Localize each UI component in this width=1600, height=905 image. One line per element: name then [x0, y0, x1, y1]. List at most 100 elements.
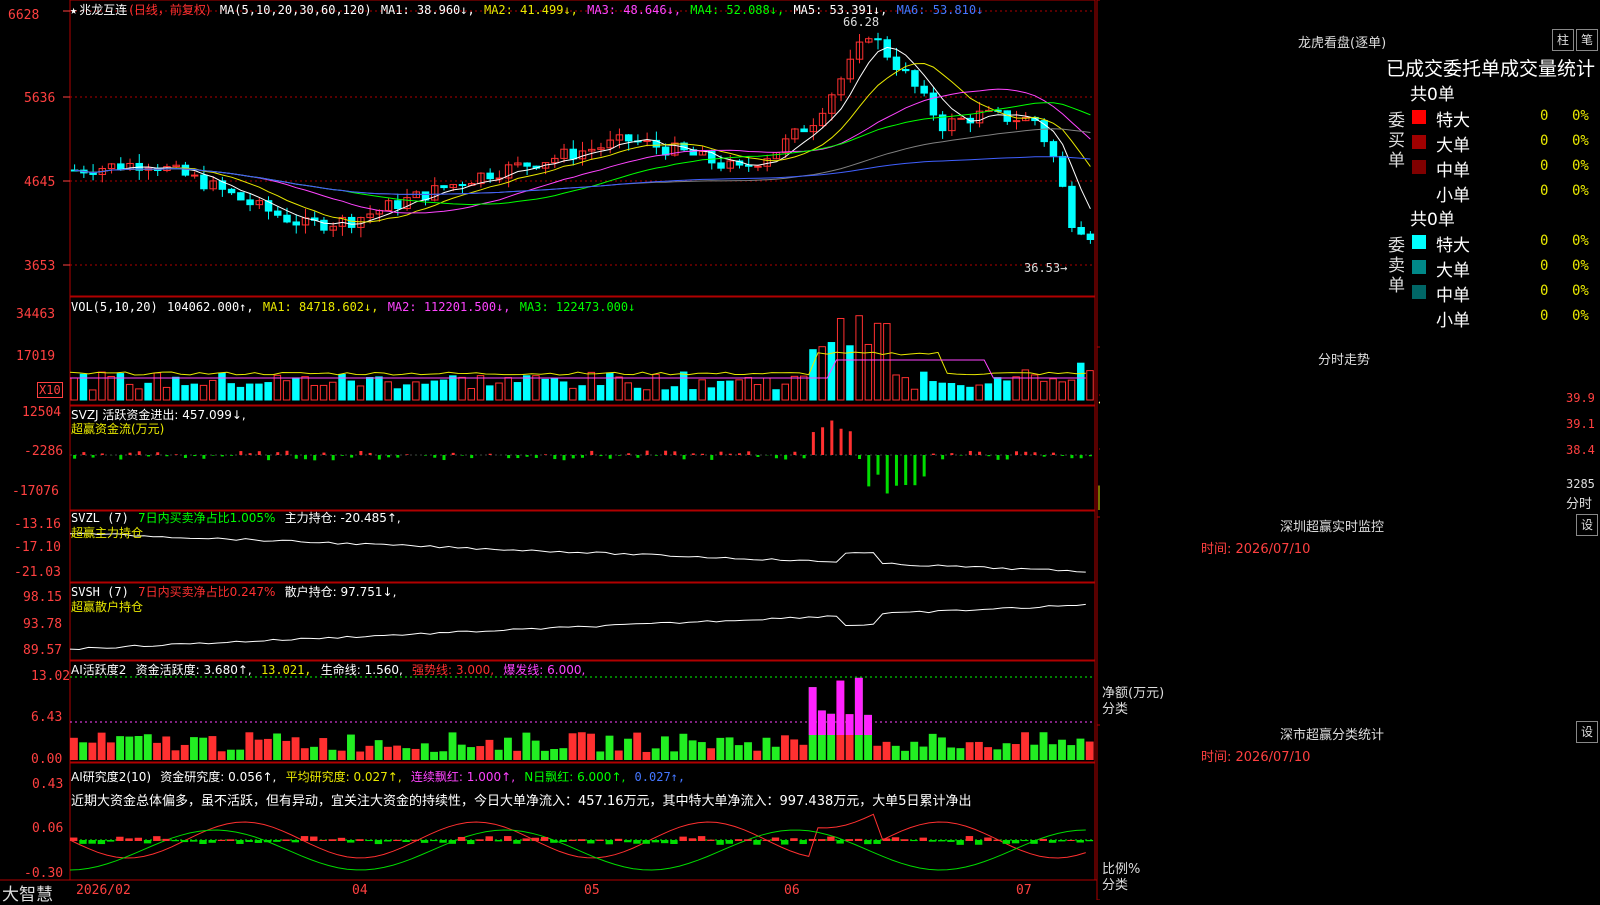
sell-row-count: 0 [1540, 258, 1549, 274]
ai-active-bar [254, 739, 263, 760]
ai-active-burst-bar [817, 710, 826, 735]
volume-bar [88, 389, 97, 401]
buy-color-swatch [1412, 110, 1426, 124]
buy-row-pct: 0% [1572, 158, 1589, 174]
sz-category-time: 时间: 2026/07/10 [1201, 750, 1311, 765]
volume-bar [615, 376, 623, 401]
research-bar [522, 838, 530, 841]
volume-bar [559, 381, 568, 401]
ai-active-bar [642, 751, 651, 760]
sz-category-title: 深市超赢分类统计 [1280, 728, 1385, 743]
research-bar [550, 840, 558, 843]
research-bar [974, 840, 983, 845]
sell-row-label: 中单 [1436, 286, 1470, 306]
right-panel-frame [1096, 516, 1100, 726]
tick-mode-button[interactable]: 笔 [1576, 29, 1598, 51]
research-bar [993, 839, 1001, 841]
chart-canvas[interactable]: 1329.92290.920-748.08-1787.08-1787.08散户1… [0, 0, 1100, 900]
ai-active-bar [781, 735, 789, 760]
candle-body [1068, 185, 1076, 228]
ai-active-bar [790, 739, 799, 760]
candle-body [117, 163, 125, 170]
research-bar [273, 840, 281, 842]
ai-active-bar [688, 740, 697, 760]
ai-active-bar [1067, 745, 1076, 760]
research-bar [817, 839, 826, 841]
vol-label: VOL(5,10,20) [71, 300, 158, 314]
bar-mode-button[interactable]: 柱 [1552, 29, 1574, 51]
svzl-line [69, 532, 1086, 573]
ai-research-cont: 连续飘红: 1.000↑, [410, 770, 516, 784]
price-tick: 6628 [8, 8, 40, 23]
research-bar [799, 840, 807, 845]
svzj-tick: 12504 [22, 405, 62, 420]
research-bar [226, 839, 235, 841]
research-bar [947, 840, 955, 842]
sell-side-label: 委卖单 [1388, 236, 1405, 296]
volume-bar [901, 377, 910, 401]
volume-bar [698, 379, 706, 401]
volume-bar [1058, 381, 1067, 401]
volume-bar [393, 388, 402, 401]
volume-bar [1021, 369, 1030, 401]
candle-body [237, 192, 245, 201]
ai-active-label: AI活跃度2 [71, 663, 127, 677]
ai-active-bar [70, 737, 78, 760]
volume-bar [624, 382, 633, 401]
research-bar [402, 840, 410, 843]
ai-active-bar [356, 751, 365, 760]
research-bar [919, 837, 927, 841]
sz-category-settings-button[interactable]: 设 [1576, 721, 1598, 743]
candle-body [754, 165, 762, 168]
research-bar [143, 840, 152, 844]
research-bar [494, 840, 503, 842]
ai-active-header: AI活跃度2 资金活跃度: 3.680↑, 13.021, 生命线: 1.560… [71, 661, 587, 678]
research-bar [467, 840, 475, 845]
research-bar [180, 840, 189, 843]
volume-bar [458, 376, 466, 401]
volume-bar [1067, 379, 1076, 401]
sz-monitor-settings-button[interactable]: 设 [1576, 514, 1598, 536]
favorite-star-icon[interactable]: ★ [70, 3, 77, 17]
ai-active-bar [513, 750, 522, 760]
ai-active-burst-bar [845, 714, 854, 735]
candle-body [320, 219, 328, 231]
ai-active-bar [273, 733, 282, 760]
ai-active-bar [522, 732, 531, 760]
ai-active-bar [457, 744, 466, 760]
svsh-tick: 89.57 [23, 643, 63, 658]
candle-body [1049, 141, 1058, 157]
ai-active-bar [236, 749, 245, 760]
period-label[interactable]: (日线，前复权) [129, 3, 210, 17]
research-bar [697, 836, 706, 841]
research-bar [633, 840, 641, 844]
ai-active-bar [476, 746, 485, 760]
ai-active-bar [1011, 744, 1020, 760]
volume-bar [569, 387, 577, 401]
buy-row-pct: 0% [1572, 183, 1589, 199]
volume-bar [818, 346, 826, 401]
candle-body [624, 134, 633, 142]
ai-active-bar [734, 745, 743, 760]
volume-bar [966, 386, 974, 401]
buy-color-swatch [1412, 160, 1426, 174]
candle-body [957, 117, 965, 120]
sell-row-count: 0 [1540, 283, 1549, 299]
research-bar [365, 840, 373, 842]
volume-bar [218, 372, 226, 401]
ai-active-bar [559, 748, 568, 760]
vol-ma-line [69, 351, 1086, 376]
ai-active-tick: 0.00 [31, 752, 63, 767]
vol-tick: 17019 [16, 349, 56, 364]
research-bar [337, 837, 346, 841]
ai-active-bar [651, 748, 660, 760]
ai-active-bar [97, 732, 106, 760]
research-bar [328, 839, 336, 841]
volume-bar [301, 376, 309, 401]
research-bar [624, 840, 632, 843]
vol-ma1: MA1: 84718.602↓, [262, 300, 379, 314]
volume-bar [282, 380, 291, 401]
ai-active-bar [928, 733, 937, 760]
volume-bar [781, 383, 789, 401]
volume-bar [587, 371, 596, 401]
